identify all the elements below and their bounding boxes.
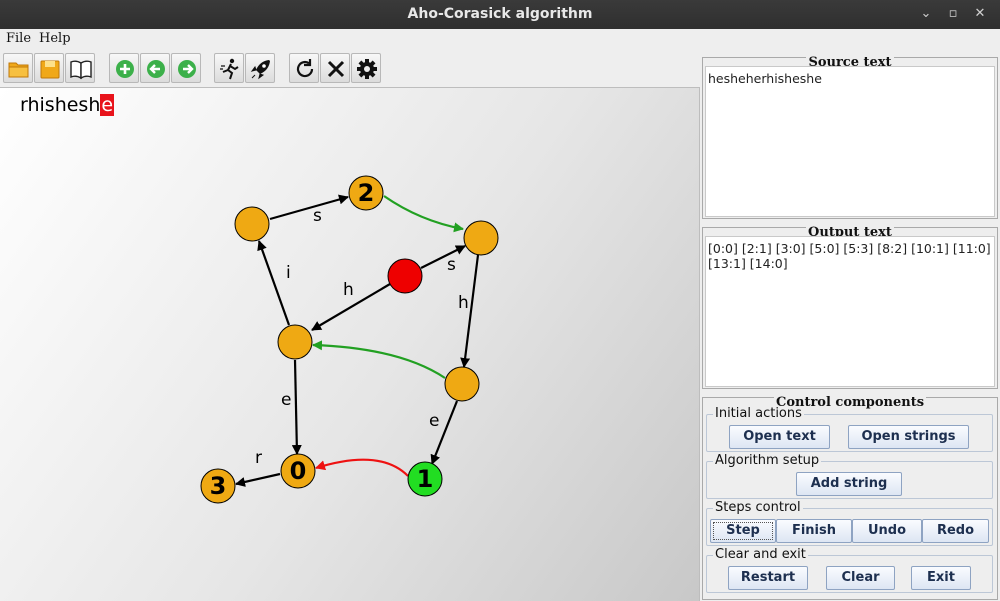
- close-x-icon: [327, 60, 345, 78]
- trie-node[interactable]: [463, 220, 499, 256]
- trie-root-node[interactable]: [387, 258, 423, 294]
- finish-run-button[interactable]: [245, 53, 275, 83]
- restart-button[interactable]: Restart: [728, 566, 808, 590]
- close-window-icon[interactable]: ✕: [970, 4, 990, 24]
- save-button[interactable]: [34, 53, 64, 83]
- node-label: 3: [210, 472, 227, 500]
- step-button[interactable]: Step: [710, 519, 776, 543]
- book-icon: [70, 60, 92, 80]
- settings-button[interactable]: [351, 53, 381, 83]
- edge-e-left: [291, 359, 302, 455]
- window-title: Aho-Corasick algorithm: [407, 6, 593, 22]
- gear-icon: [357, 59, 377, 79]
- output-text-area[interactable]: [0:0] [2:1] [3:0] [5:0] [5:3] [8:2] [10:…: [705, 236, 995, 387]
- edge-i: [257, 240, 291, 326]
- edge-label: s: [313, 206, 322, 226]
- edge-r: [235, 472, 281, 487]
- finish-button[interactable]: Finish: [776, 519, 852, 543]
- trie-canvas: rhisheshe s i h s h e e r 2 0 1 3: [0, 87, 700, 601]
- title-bar: Aho-Corasick algorithm ⌄ ▫ ✕: [0, 0, 1000, 29]
- restore-icon[interactable]: ▫: [943, 4, 963, 24]
- book-button[interactable]: [65, 53, 95, 83]
- fail-link-mid: [312, 340, 446, 379]
- rocket-icon: [250, 60, 270, 80]
- clear-exit-group: Clear and exit Restart Clear Exit: [706, 547, 993, 593]
- add-string-button[interactable]: Add string: [796, 472, 902, 496]
- undo-button[interactable]: Undo: [852, 519, 922, 543]
- steps-control-group: Steps control Step Finish Undo Redo: [706, 500, 993, 546]
- output-line: [13:1] [14:0]: [708, 256, 788, 271]
- clear-button[interactable]: [320, 53, 350, 83]
- algorithm-setup-label: Algorithm setup: [713, 453, 822, 468]
- clear-exit-label: Clear and exit: [713, 547, 808, 562]
- edge-label: h: [458, 293, 469, 313]
- node-label: 1: [417, 465, 434, 493]
- runner-icon: [220, 58, 239, 80]
- edge-label: i: [286, 263, 291, 283]
- forward-button[interactable]: [171, 53, 201, 83]
- node-label: 0: [290, 457, 307, 485]
- minimize-icon[interactable]: ⌄: [916, 4, 936, 24]
- source-text-area[interactable]: hesheherhisheshe: [705, 66, 995, 217]
- menu-bar: File Help: [0, 29, 1000, 50]
- exit-button[interactable]: Exit: [911, 566, 971, 590]
- edge-label: e: [429, 411, 439, 431]
- refresh-button[interactable]: [289, 53, 319, 83]
- menu-file[interactable]: File: [6, 31, 31, 46]
- arrow-right-icon: [178, 60, 196, 78]
- open-folder-button[interactable]: [3, 53, 33, 83]
- edge-s-right: [420, 245, 466, 269]
- menu-help[interactable]: Help: [39, 31, 71, 46]
- edge-label: s: [447, 255, 456, 275]
- steps-control-label: Steps control: [713, 500, 803, 515]
- algorithm-setup-group: Algorithm setup Add string: [706, 453, 993, 499]
- output-line: [0:0] [2:1] [3:0] [5:0] [5:3] [8:2] [10:…: [708, 241, 991, 256]
- trie-graph: s i h s h e e r 2 0 1 3: [200, 175, 499, 504]
- add-button[interactable]: [109, 53, 139, 83]
- source-panel: Source text hesheherhisheshe: [702, 55, 998, 219]
- refresh-icon: [296, 59, 314, 78]
- edge-s-top: [269, 194, 349, 221]
- step-run-button[interactable]: [214, 53, 244, 83]
- trie-node[interactable]: [444, 366, 480, 402]
- save-icon: [40, 60, 60, 79]
- edge-label: r: [255, 448, 262, 468]
- trie-node[interactable]: [277, 324, 313, 360]
- toolbar: [0, 50, 700, 87]
- edge-label: h: [343, 280, 354, 300]
- clear-all-button[interactable]: Clear: [826, 566, 895, 590]
- fail-link-top: [383, 195, 464, 233]
- output-panel: Output text [0:0] [2:1] [3:0] [5:0] [5:3…: [702, 225, 998, 389]
- initial-actions-label: Initial actions: [713, 406, 804, 421]
- active-link: [315, 458, 409, 477]
- redo-button[interactable]: Redo: [922, 519, 989, 543]
- open-text-button[interactable]: Open text: [729, 425, 830, 449]
- node-label: 2: [358, 179, 375, 207]
- open-strings-button[interactable]: Open strings: [848, 425, 969, 449]
- trie-node[interactable]: [234, 206, 270, 242]
- open-folder-icon: [8, 62, 29, 78]
- back-button[interactable]: [140, 53, 170, 83]
- initial-actions-group: Initial actions Open text Open strings: [706, 406, 993, 452]
- edge-label: e: [281, 390, 291, 410]
- arrow-left-icon: [147, 60, 165, 78]
- plus-icon: [116, 60, 134, 78]
